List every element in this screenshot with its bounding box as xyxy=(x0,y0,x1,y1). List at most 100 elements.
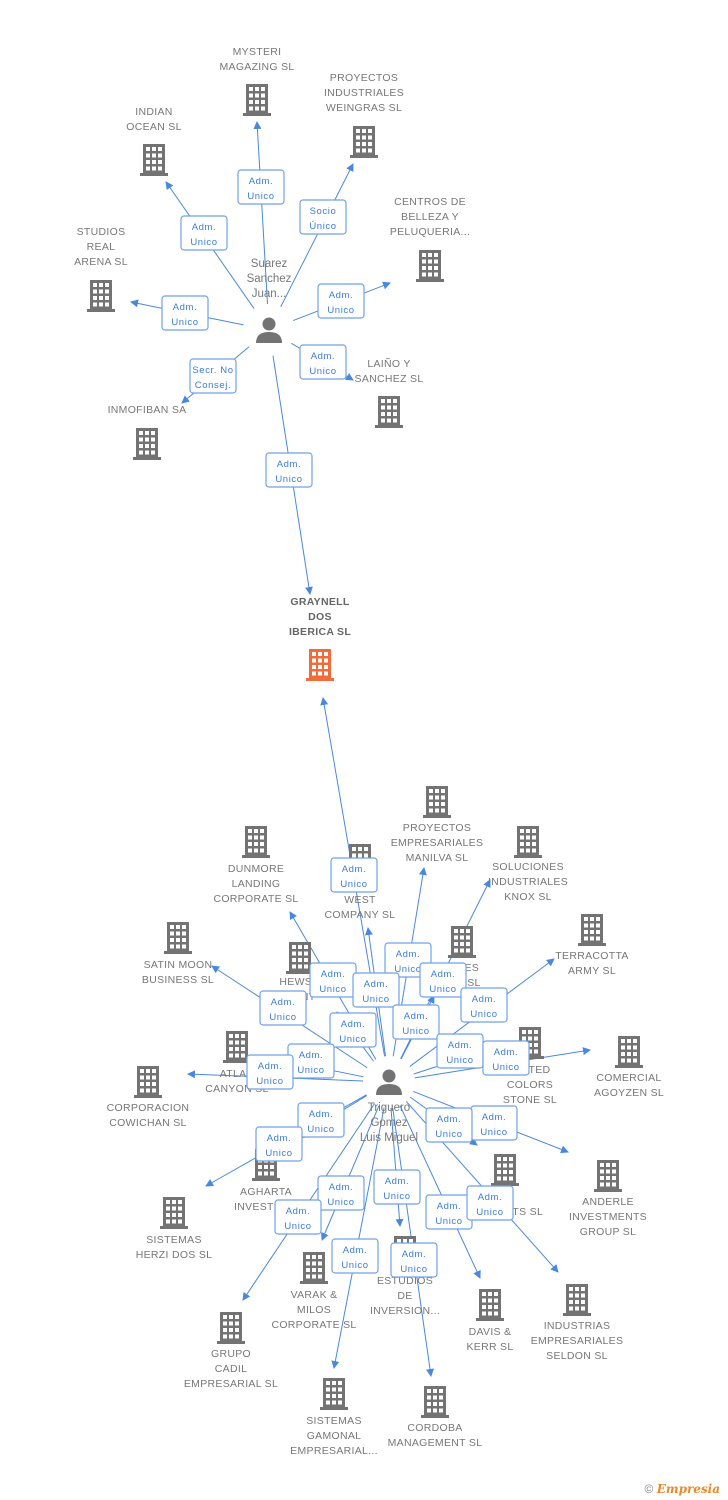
building-icon[interactable] xyxy=(87,280,115,312)
person-node[interactable]: Triguero Gomez Luis Miguel xyxy=(360,1069,418,1145)
company-name[interactable]: EMPRESARIAL... xyxy=(290,1445,378,1457)
company-name[interactable]: INDUSTRIALES xyxy=(488,876,568,888)
company-name[interactable]: DAVIS & xyxy=(469,1326,512,1338)
company-name[interactable]: VARAK & xyxy=(291,1289,338,1301)
company-name[interactable]: CENTROS DE xyxy=(394,196,466,208)
company-name[interactable]: MAGAZING SL xyxy=(219,61,294,73)
role-badge[interactable]: Adm. Unico xyxy=(436,1033,484,1069)
building-icon[interactable] xyxy=(160,1197,188,1229)
company-node[interactable]: SOLUCIONES INDUSTRIALES KNOX SL xyxy=(488,826,568,903)
company-name[interactable]: COLORS xyxy=(507,1079,553,1091)
role-badge[interactable]: Adm. Unico xyxy=(330,857,378,893)
role-badge[interactable]: Adm. Unico xyxy=(161,295,209,331)
person-name[interactable]: Luis Miguel xyxy=(360,1132,418,1144)
company-node[interactable]: TERRACOTTA ARMY SL xyxy=(555,914,628,977)
person-name[interactable]: Gomez xyxy=(370,1117,407,1129)
role-badge[interactable]: Socio Único xyxy=(299,199,347,235)
company-name[interactable]: MILOS xyxy=(297,1304,331,1316)
person-name[interactable]: Suarez xyxy=(251,258,288,270)
company-name[interactable]: BUSINESS SL xyxy=(142,974,214,986)
company-name[interactable]: CORPORATE SL xyxy=(213,893,298,905)
company-name[interactable]: EMPRESARIALES xyxy=(531,1335,624,1347)
role-badge[interactable]: Adm. Unico xyxy=(352,972,400,1008)
role-badge[interactable]: Adm. Unico xyxy=(180,215,228,251)
role-badge[interactable]: Adm. Unico xyxy=(317,1175,365,1211)
company-node[interactable]: MYSTERI MAGAZING SL xyxy=(219,46,294,116)
company-node[interactable]: CENTROS DE BELLEZA Y PELUQUERIA... xyxy=(390,196,470,282)
role-badge[interactable]: Adm. Unico xyxy=(331,1238,379,1274)
company-node[interactable]: CORDOBA MANAGEMENT SL xyxy=(388,1386,483,1449)
company-name[interactable]: LANDING xyxy=(232,878,281,890)
building-icon[interactable] xyxy=(563,1284,591,1316)
building-icon[interactable] xyxy=(320,1378,348,1410)
building-icon[interactable] xyxy=(514,826,542,858)
person-name[interactable]: Juan... xyxy=(252,288,287,300)
company-node[interactable]: DUNMORE LANDING CORPORATE SL xyxy=(213,826,298,905)
company-name[interactable]: WEST xyxy=(344,894,376,906)
company-name[interactable]: STUDIOS xyxy=(77,226,126,238)
company-node[interactable]: GRAYNELL DOS IBERICA SL xyxy=(289,596,351,681)
person-name[interactable]: Sanchez xyxy=(247,273,292,285)
company-name[interactable]: COMERCIAL xyxy=(596,1072,661,1084)
role-badge[interactable]: Adm. Unico xyxy=(274,1199,322,1235)
role-badge[interactable]: Adm. Unico xyxy=(329,1012,377,1048)
building-icon[interactable] xyxy=(594,1160,622,1192)
company-name[interactable]: SISTEMAS xyxy=(146,1234,202,1246)
role-badge[interactable]: Adm. Unico xyxy=(466,1185,514,1221)
role-badge[interactable]: Adm. Unico xyxy=(317,283,365,319)
building-icon[interactable] xyxy=(416,250,444,282)
company-node[interactable]: DAVIS & KERR SL xyxy=(466,1289,513,1353)
building-icon[interactable] xyxy=(423,786,451,818)
company-name[interactable]: AGHARTA xyxy=(240,1186,292,1198)
company-name[interactable]: TERRACOTTA xyxy=(555,950,628,962)
building-icon[interactable] xyxy=(350,126,378,158)
building-icon[interactable] xyxy=(217,1312,245,1344)
company-node[interactable]: GRUPO CADIL EMPRESARIAL SL xyxy=(184,1312,278,1390)
building-icon[interactable] xyxy=(476,1289,504,1321)
company-name[interactable]: MYSTERI xyxy=(233,46,282,58)
company-name[interactable]: PELUQUERIA... xyxy=(390,226,470,238)
company-name[interactable]: CADIL xyxy=(215,1363,247,1375)
company-name[interactable]: ANDERLE xyxy=(582,1196,634,1208)
role-badge[interactable]: Adm. Unico xyxy=(460,987,508,1023)
company-name[interactable]: EMPRESARIAL SL xyxy=(184,1378,278,1390)
company-node[interactable]: SISTEMAS HERZI DOS SL xyxy=(136,1197,213,1261)
company-name[interactable]: STONE SL xyxy=(503,1094,557,1106)
building-icon[interactable] xyxy=(140,144,168,176)
role-badge[interactable]: Adm. Unico xyxy=(390,1242,438,1278)
building-icon[interactable] xyxy=(375,396,403,428)
company-name[interactable]: INVERSION... xyxy=(370,1305,440,1317)
role-badge[interactable]: Adm. Unico xyxy=(373,1169,421,1205)
company-name[interactable]: WEINGRAS SL xyxy=(326,102,402,114)
company-node[interactable]: INDUSTRIAS EMPRESARIALES SELDON SL xyxy=(531,1284,624,1362)
building-icon[interactable] xyxy=(242,826,270,858)
company-name[interactable]: PROYECTOS xyxy=(330,72,398,84)
role-badge[interactable]: Adm. Unico xyxy=(482,1040,530,1076)
company-name[interactable]: SISTEMAS xyxy=(306,1415,362,1427)
company-name[interactable]: BELLEZA Y xyxy=(401,211,459,223)
company-name[interactable]: CORPORATE SL xyxy=(271,1319,356,1331)
company-node[interactable]: INMOFIBAN SA xyxy=(108,404,187,460)
company-node[interactable]: SISTEMAS GAMONAL EMPRESARIAL... xyxy=(290,1378,378,1457)
company-name[interactable]: GRUPO xyxy=(211,1348,251,1360)
company-node[interactable]: SATIN MOON BUSINESS SL xyxy=(142,922,214,986)
company-name[interactable]: COMPANY SL xyxy=(325,909,396,921)
company-node[interactable]: PROYECTOS EMPRESARIALES MANILVA SL xyxy=(391,786,484,864)
building-icon[interactable] xyxy=(306,649,334,681)
building-icon[interactable] xyxy=(300,1252,328,1284)
company-name[interactable]: INDIAN xyxy=(135,106,172,118)
role-badge[interactable]: Secr. No Consej. xyxy=(189,358,237,394)
role-badge[interactable]: Adm. Unico xyxy=(246,1054,294,1090)
building-icon[interactable] xyxy=(421,1386,449,1418)
role-badge[interactable]: Adm. Unico xyxy=(309,962,357,998)
company-node[interactable]: PROYECTOS INDUSTRIALES WEINGRAS SL xyxy=(324,72,404,158)
company-name[interactable]: CORDOBA xyxy=(407,1422,462,1434)
building-icon[interactable] xyxy=(578,914,606,946)
role-badge[interactable]: Adm. Unico xyxy=(287,1043,335,1079)
building-icon[interactable] xyxy=(133,428,161,460)
role-badge[interactable]: Adm. Unico xyxy=(425,1107,473,1143)
company-name[interactable]: DE xyxy=(397,1290,412,1302)
company-name[interactable]: KNOX SL xyxy=(504,891,552,903)
building-icon[interactable] xyxy=(615,1036,643,1068)
company-name[interactable]: INMOFIBAN SA xyxy=(108,404,187,416)
